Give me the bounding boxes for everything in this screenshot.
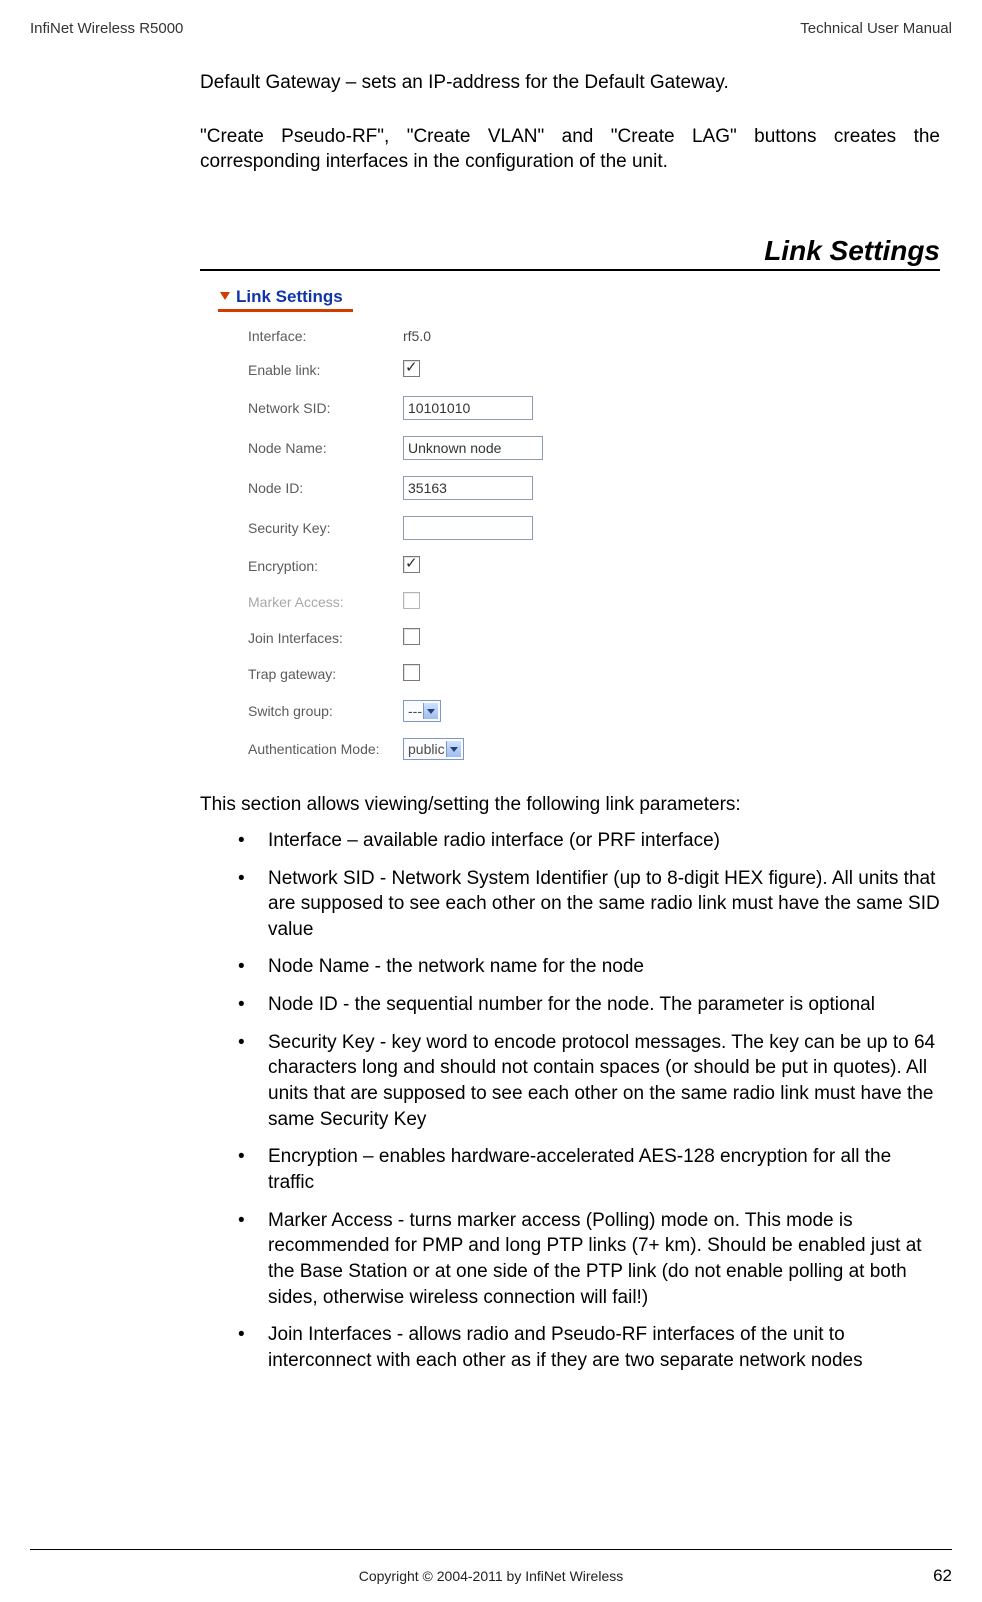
parameter-list: Interface – available radio interface (o… — [200, 828, 940, 1386]
bullet-encryption: Encryption – enables hardware-accelerate… — [200, 1144, 940, 1207]
link-settings-panel: Link Settings Interface: rf5.0 Enable li… — [218, 281, 613, 768]
label-join-interfaces: Join Interfaces: — [248, 630, 403, 646]
label-node-id: Node ID: — [248, 480, 403, 496]
input-node-id[interactable] — [403, 476, 533, 500]
row-interface: Interface: rf5.0 — [218, 320, 613, 352]
row-join-interfaces: Join Interfaces: — [218, 620, 613, 656]
input-node-name[interactable] — [403, 436, 543, 460]
bullet-join-interfaces: Join Interfaces - allows radio and Pseud… — [200, 1322, 940, 1385]
label-security-key: Security Key: — [248, 520, 403, 536]
header-left: InfiNet Wireless R5000 — [30, 20, 183, 37]
paragraph-create-buttons: "Create Pseudo-RF", "Create VLAN" and "C… — [200, 124, 940, 175]
value-interface: rf5.0 — [403, 328, 431, 344]
label-node-name: Node Name: — [248, 440, 403, 456]
page-number: 62 — [933, 1566, 952, 1586]
row-node-name: Node Name: — [218, 428, 613, 468]
section-title-link-settings: Link Settings — [200, 235, 940, 267]
checkbox-encryption[interactable] — [403, 556, 420, 573]
footer-divider — [30, 1549, 952, 1550]
label-switch-group: Switch group: — [248, 703, 403, 719]
label-auth-mode: Authentication Mode: — [248, 741, 403, 757]
input-security-key[interactable] — [403, 516, 533, 540]
row-network-sid: Network SID: — [218, 388, 613, 428]
label-marker-access: Marker Access: — [248, 594, 403, 610]
checkbox-marker-access[interactable] — [403, 592, 420, 609]
label-trap-gateway: Trap gateway: — [248, 666, 403, 682]
bullet-network-sid: Network SID - Network System Identifier … — [200, 866, 940, 955]
row-switch-group: Switch group: --- — [218, 692, 613, 730]
header-right: Technical User Manual — [800, 20, 952, 37]
row-trap-gateway: Trap gateway: — [218, 656, 613, 692]
checkbox-enable-link[interactable] — [403, 360, 420, 377]
bullet-interface: Interface – available radio interface (o… — [200, 828, 940, 866]
bullet-marker-access: Marker Access - turns marker access (Pol… — [200, 1208, 940, 1323]
row-security-key: Security Key: — [218, 508, 613, 548]
row-enable-link: Enable link: — [218, 352, 613, 388]
footer-copyright: Copyright © 2004-2011 by InfiNet Wireles… — [30, 1568, 952, 1584]
panel-heading-underline — [218, 309, 353, 312]
label-encryption: Encryption: — [248, 558, 403, 574]
paragraph-default-gateway: Default Gateway – sets an IP-address for… — [200, 70, 940, 96]
label-enable-link: Enable link: — [248, 362, 403, 378]
select-auth-mode[interactable]: public — [403, 738, 464, 760]
label-network-sid: Network SID: — [248, 400, 403, 416]
row-node-id: Node ID: — [218, 468, 613, 508]
checkbox-join-interfaces[interactable] — [403, 628, 420, 645]
row-auth-mode: Authentication Mode: public — [218, 730, 613, 768]
section-divider — [200, 269, 940, 271]
bullet-node-name: Node Name - the network name for the nod… — [200, 954, 940, 992]
list-intro: This section allows viewing/setting the … — [200, 794, 940, 816]
bullet-security-key: Security Key - key word to encode protoc… — [200, 1030, 940, 1145]
select-switch-group[interactable]: --- — [403, 700, 441, 722]
input-network-sid[interactable] — [403, 396, 533, 420]
checkbox-trap-gateway[interactable] — [403, 664, 420, 681]
bullet-node-id: Node ID - the sequential number for the … — [200, 992, 940, 1030]
label-interface: Interface: — [248, 328, 403, 344]
row-marker-access: Marker Access: — [218, 584, 613, 620]
row-encryption: Encryption: — [218, 548, 613, 584]
